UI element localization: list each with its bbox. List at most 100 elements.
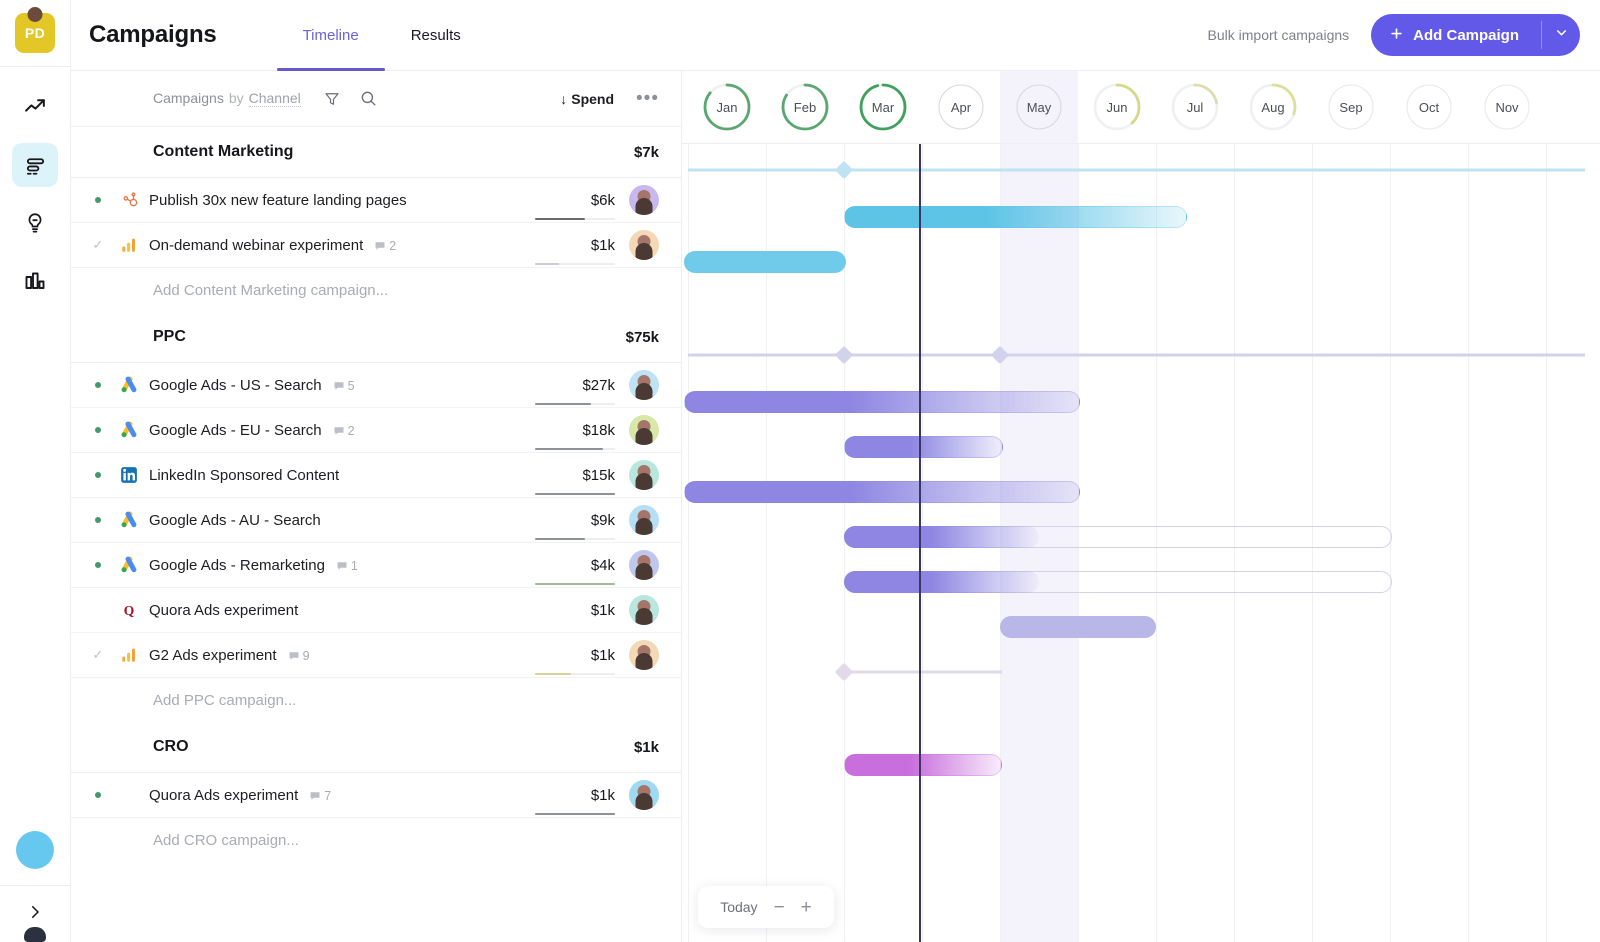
spend-value: $27k xyxy=(582,376,615,394)
timeline-row xyxy=(682,329,1600,380)
month-cell-nov[interactable]: Nov xyxy=(1468,71,1546,143)
page-title: Campaigns xyxy=(89,21,217,48)
zoom-controls: Today − + xyxy=(698,886,834,928)
spend-value: $1k xyxy=(590,646,615,664)
milestone-diamond[interactable] xyxy=(834,160,854,179)
campaign-row[interactable]: Google Ads - Remarketing 1 $4k xyxy=(71,543,681,587)
group-header[interactable]: Content Marketing $7k xyxy=(71,127,681,178)
avatar[interactable] xyxy=(629,505,659,535)
campaign-row[interactable]: Q Quora Ads experiment $1k xyxy=(71,588,681,632)
campaign-row[interactable]: ✓ G2 Ads experiment 9 $1k xyxy=(71,633,681,677)
milestone-diamond[interactable] xyxy=(834,662,854,682)
row-right: $18k xyxy=(535,415,659,450)
avatar[interactable] xyxy=(629,230,659,260)
tab-timeline[interactable]: Timeline xyxy=(276,0,385,71)
spend-value: $4k xyxy=(590,556,615,574)
sidebar-item-performance[interactable] xyxy=(12,85,58,129)
spend-progress-bar xyxy=(535,402,615,405)
campaign-row[interactable]: LinkedIn Sponsored Content $15k xyxy=(71,453,681,497)
add-campaign-row[interactable]: Add PPC campaign... xyxy=(71,678,681,722)
quora-icon: Q xyxy=(109,601,149,619)
month-cell-oct[interactable]: Oct xyxy=(1390,71,1468,143)
milestone-diamond[interactable] xyxy=(990,345,1010,364)
month-cell-mar[interactable]: Mar xyxy=(844,71,922,143)
group-header[interactable]: PPC $75k xyxy=(71,312,681,363)
add-campaign-button[interactable]: Add Campaign xyxy=(1371,14,1541,56)
campaign-bar[interactable] xyxy=(844,571,1039,593)
month-cell-may[interactable]: May xyxy=(1000,71,1078,143)
month-cell-jul[interactable]: Jul xyxy=(1156,71,1234,143)
timeline-row xyxy=(682,425,1600,469)
month-cell-feb[interactable]: Feb xyxy=(766,71,844,143)
milestone-diamond[interactable] xyxy=(834,345,854,364)
campaign-row[interactable]: ✓ On-demand webinar experiment 2 $1k xyxy=(71,223,681,267)
sidebar-item-reports[interactable] xyxy=(12,259,58,303)
row-status xyxy=(87,197,109,203)
avatar[interactable] xyxy=(629,550,659,580)
campaign-bar[interactable] xyxy=(684,251,847,273)
month-cell-sep[interactable]: Sep xyxy=(1312,71,1390,143)
user-avatar[interactable] xyxy=(16,7,54,942)
campaign-row[interactable]: Quora Ads experiment 7 $1k xyxy=(71,773,681,817)
bulk-import-link[interactable]: Bulk import campaigns xyxy=(1208,27,1350,43)
avatar[interactable] xyxy=(629,640,659,670)
add-campaign-dropdown-button[interactable] xyxy=(1542,14,1580,56)
avatar[interactable] xyxy=(629,460,659,490)
month-progress-ring: Jul xyxy=(1170,82,1220,132)
campaign-row[interactable]: Google Ads - AU - Search $9k xyxy=(71,498,681,542)
avatar[interactable] xyxy=(629,595,659,625)
campaign-bar[interactable] xyxy=(844,526,1039,548)
status-check-done: ✓ xyxy=(92,237,104,252)
zoom-out-button[interactable]: − xyxy=(774,898,785,917)
spend-progress-bar xyxy=(535,447,615,450)
campaign-bar[interactable] xyxy=(844,206,1188,228)
top-bar-actions: Bulk import campaigns Add Campaign xyxy=(1208,14,1580,56)
month-cell-apr[interactable]: Apr xyxy=(922,71,1000,143)
campaign-bar[interactable] xyxy=(844,436,1004,458)
add-campaign-group: Add Campaign xyxy=(1371,14,1580,56)
avatar-body xyxy=(635,563,653,580)
more-options-icon[interactable]: ••• xyxy=(636,89,659,108)
spend-cell: $18k xyxy=(535,422,615,450)
avatar-body xyxy=(635,473,653,490)
campaign-bar[interactable] xyxy=(844,753,1003,776)
grouping-control[interactable]: Campaigns by Channel xyxy=(153,90,301,107)
search-icon[interactable] xyxy=(359,89,378,108)
add-campaign-row[interactable]: Add Content Marketing campaign... xyxy=(71,268,681,312)
campaign-bar[interactable] xyxy=(684,391,1081,413)
spend-progress-bar xyxy=(535,582,615,585)
row-status xyxy=(87,517,109,523)
sort-by-spend-button[interactable]: ↓ Spend xyxy=(560,91,614,107)
sidebar-item-timeline[interactable] xyxy=(12,143,58,187)
sidebar-item-insights[interactable] xyxy=(12,201,58,245)
rail-items xyxy=(12,85,58,303)
add-campaign-placeholder: Add Content Marketing campaign... xyxy=(153,281,389,299)
avatar[interactable] xyxy=(629,415,659,445)
status-dot-active xyxy=(95,792,101,798)
add-campaign-row[interactable]: Add CRO campaign... xyxy=(71,818,681,862)
row-status: ✓ xyxy=(87,237,109,253)
campaign-bar[interactable] xyxy=(1000,616,1156,638)
month-cell-jan[interactable]: Jan xyxy=(688,71,766,143)
left-nav-rail: PD xyxy=(0,0,71,942)
group-name: Content Marketing xyxy=(153,143,294,160)
avatar[interactable] xyxy=(629,370,659,400)
month-cell-jun[interactable]: Jun xyxy=(1078,71,1156,143)
filter-icon[interactable] xyxy=(323,90,341,108)
campaign-row[interactable]: Google Ads - US - Search 5 $27k xyxy=(71,363,681,407)
campaign-bar[interactable] xyxy=(684,481,1081,503)
grouping-value[interactable]: Channel xyxy=(248,90,301,107)
zoom-in-button[interactable]: + xyxy=(801,898,812,917)
group-header[interactable]: CRO $1k xyxy=(71,722,681,773)
campaign-row[interactable]: Google Ads - EU - Search 2 $18k xyxy=(71,408,681,452)
month-label: Jul xyxy=(1186,99,1204,115)
month-cell-aug[interactable]: Aug xyxy=(1234,71,1312,143)
tab-results[interactable]: Results xyxy=(385,0,487,71)
avatar[interactable] xyxy=(629,780,659,810)
month-progress-ring: Aug xyxy=(1248,82,1298,132)
today-button[interactable]: Today xyxy=(720,899,757,915)
milestone-track xyxy=(844,670,1003,674)
campaign-name: Quora Ads experiment xyxy=(149,601,299,619)
avatar[interactable] xyxy=(629,185,659,215)
campaign-row[interactable]: Publish 30x new feature landing pages $6k xyxy=(71,178,681,222)
